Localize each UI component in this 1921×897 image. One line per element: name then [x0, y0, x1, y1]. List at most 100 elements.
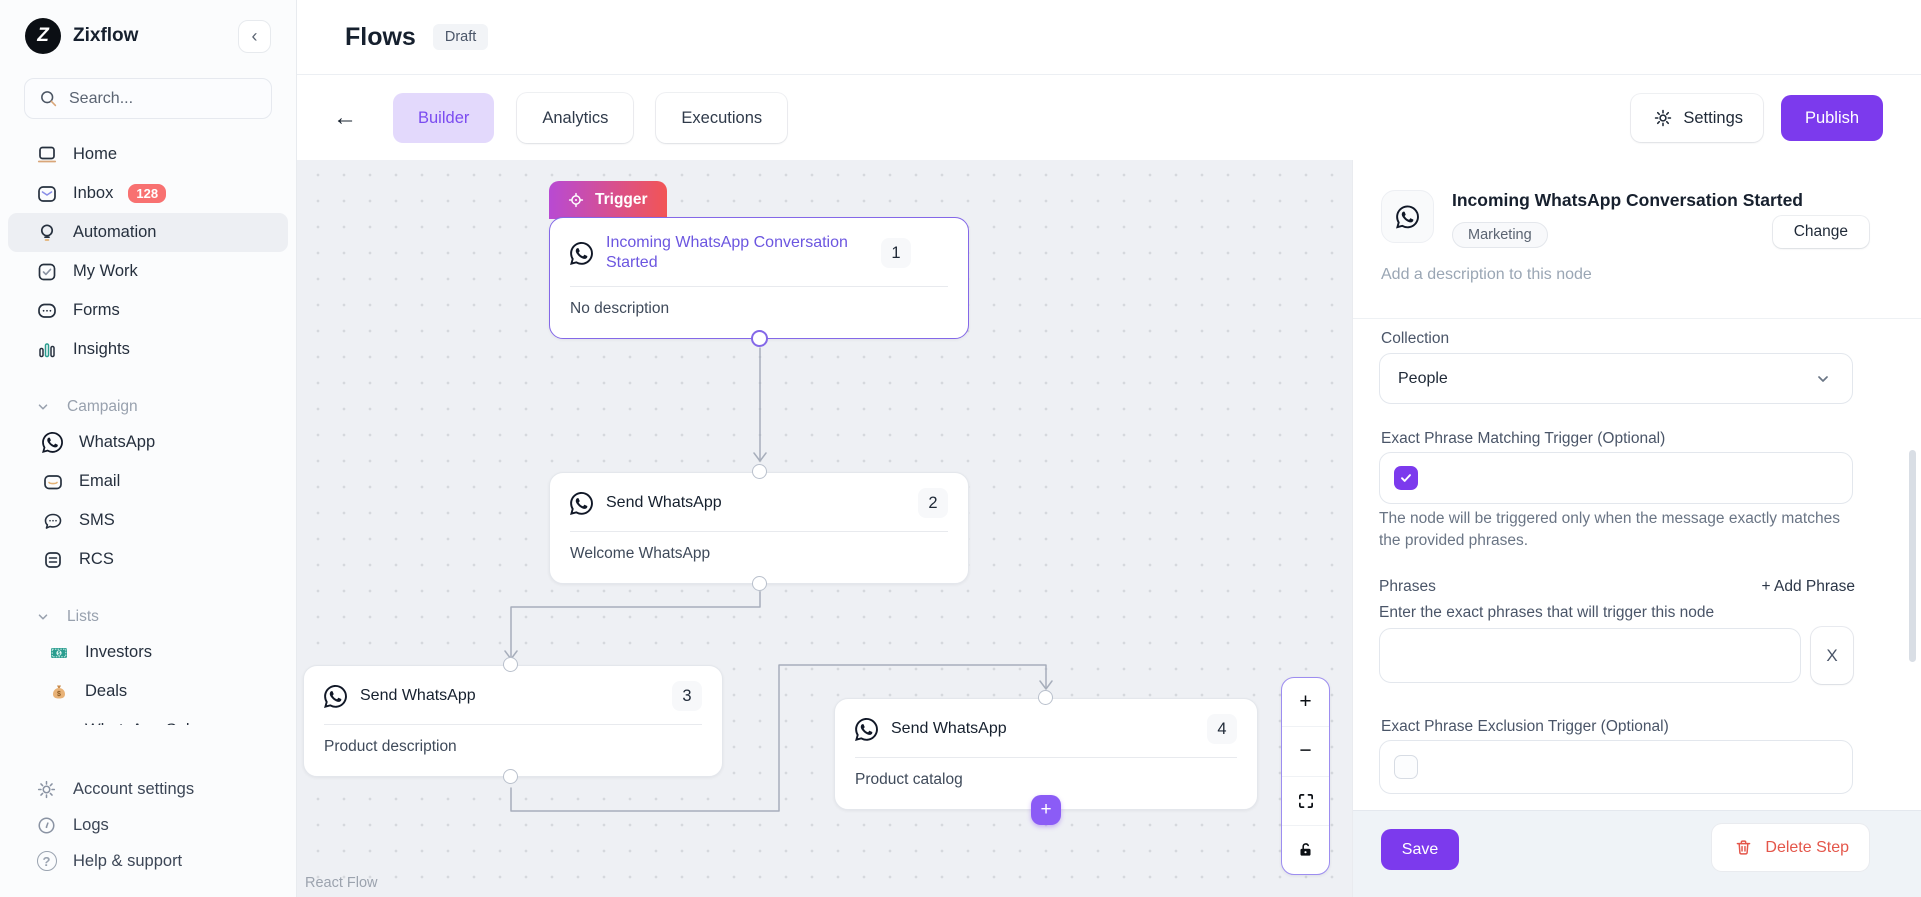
check-square-icon [35, 260, 58, 283]
node-handle[interactable] [503, 657, 518, 672]
node-title: Incoming WhatsApp Conversation Started [606, 233, 868, 273]
exact-match-help: The node will be triggered only when the… [1379, 508, 1865, 551]
search-box[interactable] [24, 78, 272, 119]
category-badge: Marketing [1452, 222, 1548, 248]
save-button[interactable]: Save [1381, 829, 1459, 870]
change-button[interactable]: Change [1773, 216, 1869, 248]
sidebar-item-account-settings[interactable]: Account settings [8, 771, 288, 807]
sidebar-item-rcs[interactable]: RCS [8, 540, 288, 579]
add-phrase-link[interactable]: + Add Phrase [1762, 578, 1856, 596]
flow-node-4[interactable]: Send WhatsApp 4 Product catalog [834, 698, 1258, 810]
flow-node-2[interactable]: Send WhatsApp 2 Welcome WhatsApp [549, 472, 969, 584]
delete-step-button[interactable]: Delete Step [1712, 824, 1869, 871]
tab-builder[interactable]: Builder [393, 93, 494, 143]
node-handle[interactable] [1038, 690, 1053, 705]
lock-open-icon [1294, 838, 1317, 861]
canvas-controls: + − [1281, 677, 1330, 875]
node-description-placeholder[interactable]: Add a description to this node [1381, 266, 1592, 284]
sidebar-item-clipped[interactable]: WhatsApp Sub [0, 711, 296, 725]
sidebar-item-label: Insights [73, 340, 130, 359]
node-type-icon-box [1381, 190, 1434, 243]
tab-executions[interactable]: Executions [656, 93, 787, 143]
reactflow-attribution: React Flow [305, 875, 378, 891]
trigger-badge-label: Trigger [595, 191, 648, 209]
sidebar-item-label: Deals [85, 682, 127, 701]
email-icon [41, 470, 64, 493]
sidebar-item-inbox[interactable]: Inbox 128 [8, 174, 288, 213]
settings-button[interactable]: Settings [1631, 94, 1763, 142]
sidebar-item-email[interactable]: Email [8, 462, 288, 501]
node-handle[interactable] [752, 576, 767, 591]
exact-match-checkbox[interactable] [1394, 466, 1418, 490]
whatsapp-icon [855, 718, 878, 741]
fit-view-button[interactable] [1282, 777, 1329, 826]
sidebar-item-label: My Work [73, 262, 138, 281]
zoom-in-button[interactable]: + [1282, 678, 1329, 727]
lock-button[interactable] [1282, 826, 1329, 874]
sidebar-item-forms[interactable]: Forms [8, 291, 288, 330]
search-icon [37, 87, 60, 110]
trash-icon [1732, 836, 1755, 859]
add-node-button[interactable]: + [1031, 795, 1061, 825]
status-badge: Draft [433, 24, 488, 50]
sidebar-collapse-button[interactable]: ‹ [238, 20, 271, 53]
sidebar-item-help-support[interactable]: ? Help & support [8, 843, 288, 879]
node-number: 2 [918, 488, 948, 518]
collection-label: Collection [1381, 330, 1449, 348]
exclusion-checkbox[interactable] [1394, 755, 1418, 779]
svg-text:$: $ [57, 650, 60, 656]
node-number: 1 [881, 238, 911, 268]
exact-match-label: Exact Phrase Matching Trigger (Optional) [1381, 430, 1665, 448]
sidebar-nav: Home Inbox 128 Automation My Work Form [0, 133, 296, 761]
sidebar-item-label: Help & support [73, 852, 182, 871]
whatsapp-icon [1396, 205, 1419, 228]
sidebar-item-sms[interactable]: SMS [8, 501, 288, 540]
sms-bubble-icon [41, 509, 64, 532]
collection-select[interactable]: People [1379, 353, 1853, 404]
view-tabs: Builder Analytics Executions [393, 93, 787, 143]
trigger-badge: Trigger [549, 181, 667, 219]
inbox-icon [35, 182, 58, 205]
gear-icon [1651, 107, 1674, 130]
node-title: Send WhatsApp [606, 494, 905, 512]
section-label: Campaign [67, 398, 138, 416]
panel-footer: Save Delete Step [1353, 810, 1921, 897]
sidebar-item-label: RCS [79, 550, 114, 569]
sidebar-item-automation[interactable]: Automation [8, 213, 288, 252]
search-input[interactable] [69, 90, 219, 108]
sidebar-item-home[interactable]: Home [8, 135, 288, 174]
check-icon [1399, 471, 1413, 485]
flow-toolbar: ← Builder Analytics Executions Settings … [297, 76, 1921, 160]
publish-button[interactable]: Publish [1781, 95, 1883, 141]
inbox-count-badge: 128 [128, 184, 166, 203]
section-campaign[interactable]: Campaign [0, 391, 296, 423]
gear-icon [35, 778, 58, 801]
banknote-icon: $ [47, 641, 70, 664]
sidebar-item-my-work[interactable]: My Work [8, 252, 288, 291]
flow-node-trigger[interactable]: Incoming WhatsApp Conversation Started 1… [549, 217, 969, 339]
panel-scrollbar-thumb[interactable] [1909, 450, 1916, 662]
sidebar-item-investors[interactable]: $ Investors [8, 633, 288, 672]
sidebar-item-whatsapp[interactable]: WhatsApp [8, 423, 288, 462]
flow-canvas[interactable]: Trigger Incoming WhatsApp Conversation S… [297, 160, 1352, 897]
sidebar-item-logs[interactable]: Logs [8, 807, 288, 843]
phrase-input[interactable] [1379, 628, 1801, 683]
tab-analytics[interactable]: Analytics [517, 93, 633, 143]
sidebar-item-label: Email [79, 472, 120, 491]
back-arrow-icon[interactable]: ← [333, 104, 357, 132]
sidebar-item-label: SMS [79, 511, 115, 530]
node-config-panel: Incoming WhatsApp Conversation Started M… [1352, 160, 1921, 897]
node-number: 3 [672, 681, 702, 711]
node-title: Send WhatsApp [360, 687, 659, 705]
delete-step-label: Delete Step [1765, 839, 1849, 857]
sidebar-item-insights[interactable]: Insights [8, 330, 288, 369]
section-lists[interactable]: Lists [0, 601, 296, 633]
node-handle[interactable] [752, 464, 767, 479]
flow-node-3[interactable]: Send WhatsApp 3 Product description [303, 665, 723, 777]
whatsapp-icon [570, 492, 593, 515]
zoom-out-button[interactable]: − [1282, 727, 1329, 776]
remove-phrase-button[interactable]: X [1811, 627, 1853, 684]
node-handle[interactable] [751, 330, 768, 347]
sidebar-item-deals[interactable]: $ Deals [8, 672, 288, 711]
node-handle[interactable] [503, 769, 518, 784]
